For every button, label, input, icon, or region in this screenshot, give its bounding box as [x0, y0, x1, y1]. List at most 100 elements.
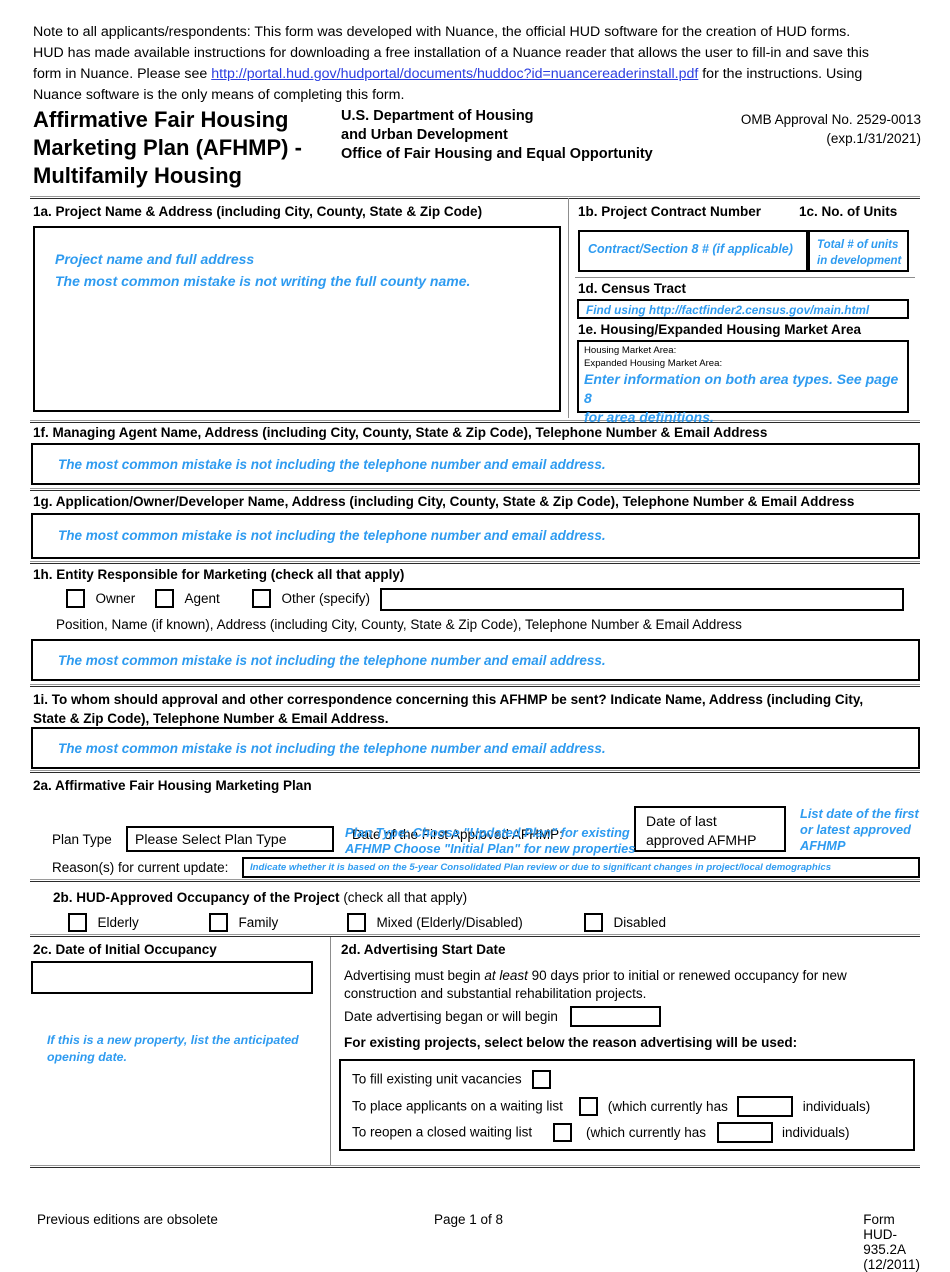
entity-other-checkbox-group[interactable]: Other (specify) — [252, 589, 370, 608]
plan-type-hint: Plan Type: Choose "Updated Plan" for exi… — [345, 825, 660, 857]
project-name-address-hint: Project name and full address The most c… — [55, 248, 470, 292]
existing-projects-label: For existing projects, select below the … — [344, 1035, 798, 1050]
entity-owner-checkbox-group[interactable]: Owner — [66, 589, 135, 608]
advertising-body-tail: 90 days prior to initial or renewed occu… — [527, 968, 847, 983]
note-line-2-text: HUD has made available instructions for … — [33, 45, 869, 61]
reopen-list-count-field[interactable] — [716, 1122, 773, 1143]
reason-reopen-list-row[interactable]: To reopen a closed waiting list (which c… — [352, 1122, 850, 1143]
department-line-3: Office of Fair Housing and Equal Opportu… — [341, 146, 653, 162]
entity-agent-checkbox-group[interactable]: Agent — [155, 589, 220, 608]
reason-fill-vacancies-label: To fill existing unit vacancies — [352, 1071, 522, 1087]
date-last-approved-label: Date of last approved AFMHP — [646, 812, 757, 850]
note-line-2: HUD has made available instructions for … — [33, 43, 921, 64]
advertising-body-line-2: construction and substantial rehabilitat… — [344, 986, 647, 1001]
waiting-list-count-field[interactable] — [737, 1096, 794, 1117]
department-line-2: and Urban Development — [341, 127, 508, 143]
reason-fill-vacancies-row[interactable]: To fill existing unit vacancies — [352, 1070, 552, 1089]
entity-other-specify-field[interactable] — [380, 588, 904, 611]
section-1e-label: 1e. Housing/Expanded Housing Market Area — [578, 322, 862, 337]
divider-2b-2c — [30, 934, 920, 937]
other-checkbox[interactable] — [252, 589, 271, 608]
managing-agent-hint: The most common mistake is not including… — [58, 457, 606, 472]
section-2b-label-normal: (check all that apply) — [343, 890, 468, 905]
family-checkbox[interactable] — [209, 913, 228, 932]
section-1f-label: 1f. Managing Agent Name, Address (includ… — [33, 425, 768, 440]
reason-reopen-list-post: individuals) — [781, 1124, 850, 1140]
reason-waiting-list-label: To place applicants on a waiting list — [352, 1098, 563, 1114]
reason-fill-vacancies-checkbox[interactable] — [532, 1070, 552, 1089]
footer-page-number: Page 1 of 8 — [434, 1212, 504, 1227]
census-tract-hint: Find using http://factfinder2.census.gov… — [586, 303, 870, 317]
entity-contact-field[interactable]: The most common mistake is not including… — [31, 639, 920, 681]
footer-left: Previous editions are obsolete — [37, 1212, 218, 1227]
number-of-units-field[interactable]: Total # of units in development — [808, 230, 909, 272]
note-line-3-tail: for the instructions. Using — [698, 66, 863, 82]
owner-checkbox[interactable] — [66, 589, 85, 608]
nuance-reader-link[interactable]: http://portal.hud.gov/hudportal/document… — [211, 66, 698, 82]
form-page: Note to all applicants/respondents: This… — [0, 0, 950, 1272]
reason-waiting-list-checkbox[interactable] — [579, 1097, 599, 1116]
project-hint-line-2: The most common mistake is not writing t… — [55, 273, 471, 289]
date-last-hint-line-3: AFHMP — [800, 838, 846, 853]
date-last-approved-line-1: Date of last — [646, 813, 717, 829]
section-1i-label: 1i. To whom should approval and other co… — [33, 690, 923, 728]
plan-type-hint-line-1: Plan Type: Choose "Updated Plan" for exi… — [345, 825, 630, 840]
occupancy-disabled-group[interactable]: Disabled — [584, 913, 666, 932]
date-advertising-began-label: Date advertising began or will begin — [344, 1009, 558, 1024]
date-initial-occupancy-hint: If this is a new property, list the anti… — [47, 1032, 312, 1066]
market-area-hint-line-1: Enter information on both area types. Se… — [584, 371, 899, 406]
department-block: U.S. Department of Housing and Urban Dev… — [341, 107, 701, 164]
note-line-3: form in Nuance. Please see http://portal… — [33, 64, 921, 85]
section-2b-label: 2b. HUD-Approved Occupancy of the Projec… — [53, 890, 467, 905]
date-advertising-began-field[interactable] — [570, 1006, 661, 1027]
occupancy-mixed-group[interactable]: Mixed (Elderly/Disabled) — [347, 913, 523, 932]
plan-type-hint-line-2: AFHMP Choose "Initial Plan" for new prop… — [345, 841, 636, 856]
section-1a-label: 1a. Project Name & Address (including Ci… — [33, 204, 483, 219]
note-line-1: Note to all applicants/respondents: This… — [33, 24, 851, 40]
initial-occupancy-hint-line-1: If this is a new property, list the anti… — [47, 1033, 299, 1047]
elderly-checkbox[interactable] — [68, 913, 87, 932]
section-2c-label: 2c. Date of Initial Occupancy — [33, 942, 217, 957]
note-line-4: Nuance software is the only means of com… — [33, 87, 405, 103]
page-title-line-3: Multifamily Housing — [33, 163, 242, 188]
census-tract-field[interactable]: Find using http://factfinder2.census.gov… — [577, 299, 909, 319]
omb-number: OMB Approval No. 2529-0013 — [740, 112, 921, 127]
plan-type-select[interactable]: Please Select Plan Type — [126, 826, 334, 852]
reason-reopen-list-label: To reopen a closed waiting list — [352, 1124, 533, 1140]
housing-market-area-field[interactable]: Housing Market Area: Expanded Housing Ma… — [577, 340, 909, 425]
owner-developer-field[interactable]: The most common mistake is not including… — [31, 513, 920, 559]
occupancy-elderly-group[interactable]: Elderly — [68, 913, 139, 932]
date-initial-occupancy-field[interactable] — [31, 961, 313, 994]
project-name-address-field[interactable]: Project name and full address The most c… — [33, 226, 561, 412]
reason-reopen-list-checkbox[interactable] — [552, 1123, 572, 1142]
housing-market-area-sublabel: Housing Market Area: — [584, 345, 677, 356]
reason-waiting-list-post: individuals) — [802, 1098, 871, 1114]
owner-label: Owner — [95, 590, 136, 606]
advertising-reasons-box: To fill existing unit vacancies To place… — [339, 1059, 915, 1151]
mixed-label: Mixed (Elderly/Disabled) — [376, 914, 523, 930]
disabled-checkbox[interactable] — [584, 913, 603, 932]
advertising-body: Advertising must begin at least 90 days … — [344, 967, 914, 1003]
agent-label: Agent — [184, 590, 220, 606]
family-label: Family — [238, 914, 279, 930]
occupancy-family-group[interactable]: Family — [209, 913, 278, 932]
mixed-checkbox[interactable] — [347, 913, 366, 932]
number-of-units-hint: Total # of units in development — [817, 237, 901, 269]
divider-1i-2a — [30, 770, 920, 773]
section-1h-sublabel: Position, Name (if known), Address (incl… — [56, 617, 742, 632]
divider-1g-1h — [30, 561, 920, 564]
reason-for-update-field[interactable]: Indicate whether it is based on the 5-ye… — [242, 857, 920, 878]
divider-bottom — [30, 1165, 920, 1168]
contract-number-field[interactable]: Contract/Section 8 # (if applicable) — [578, 230, 808, 272]
correspondence-recipient-field[interactable]: The most common mistake is not including… — [31, 727, 920, 769]
reason-for-update-label: Reason(s) for current update: — [52, 860, 229, 875]
other-label: Other (specify) — [281, 590, 370, 606]
initial-occupancy-hint-line-2: opening date. — [47, 1050, 127, 1064]
section-1i-label-line-1: 1i. To whom should approval and other co… — [33, 692, 864, 707]
reason-reopen-list-mid: (which currently has — [586, 1124, 707, 1140]
managing-agent-field[interactable]: The most common mistake is not including… — [31, 443, 920, 485]
project-hint-line-1: Project name and full address — [55, 251, 255, 267]
omb-expiration: (exp.1/31/2021) — [826, 131, 921, 146]
reason-waiting-list-row[interactable]: To place applicants on a waiting list (w… — [352, 1096, 870, 1117]
agent-checkbox[interactable] — [155, 589, 174, 608]
